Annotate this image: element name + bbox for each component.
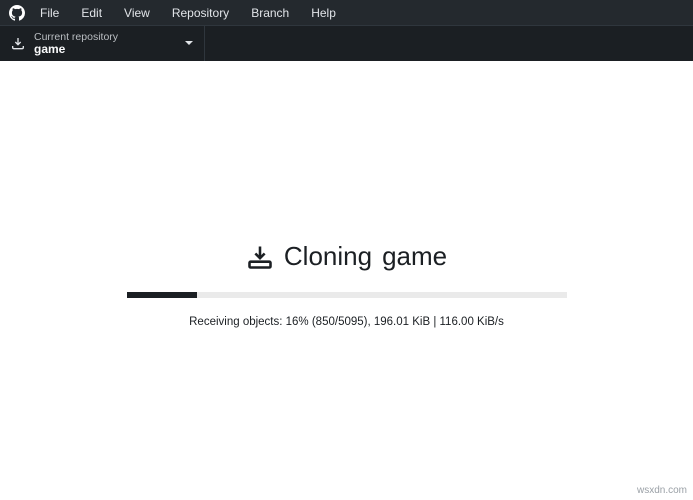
cloning-title: Cloning game bbox=[246, 241, 447, 272]
progress-fill bbox=[127, 292, 197, 298]
current-repository-selector[interactable]: Current repository game bbox=[0, 26, 205, 61]
current-repository-name: game bbox=[34, 43, 184, 57]
menu-help[interactable]: Help bbox=[301, 2, 346, 24]
menu-edit[interactable]: Edit bbox=[71, 2, 112, 24]
github-logo-icon bbox=[6, 5, 28, 21]
menu-file[interactable]: File bbox=[30, 2, 69, 24]
menu-repository[interactable]: Repository bbox=[162, 2, 239, 24]
menu-branch[interactable]: Branch bbox=[241, 2, 299, 24]
progress-bar bbox=[127, 292, 567, 298]
current-repository-label: Current repository bbox=[34, 31, 184, 43]
cloning-panel: Cloning game Receiving objects: 16% (850… bbox=[127, 241, 567, 328]
menu-view[interactable]: View bbox=[114, 2, 160, 24]
download-tray-icon bbox=[246, 243, 274, 271]
download-tray-icon bbox=[10, 36, 26, 52]
watermark: wsxdn.com bbox=[637, 485, 687, 496]
cloning-title-repo: game bbox=[382, 241, 447, 272]
toolbar: Current repository game bbox=[0, 25, 693, 61]
status-text: Receiving objects: 16% (850/5095), 196.0… bbox=[127, 316, 567, 328]
main-content: Cloning game Receiving objects: 16% (850… bbox=[0, 61, 693, 500]
menubar: File Edit View Repository Branch Help bbox=[0, 0, 693, 25]
current-repository-text: Current repository game bbox=[34, 31, 184, 57]
chevron-down-icon bbox=[184, 35, 194, 53]
cloning-title-prefix: Cloning bbox=[284, 241, 372, 272]
